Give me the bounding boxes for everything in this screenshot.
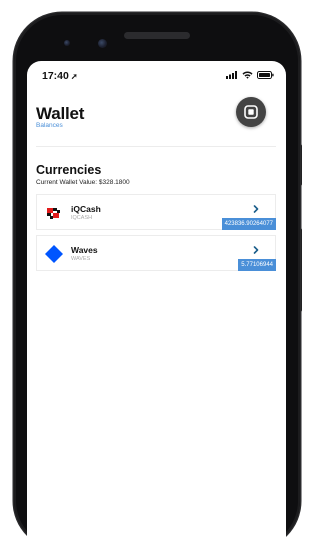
header-divider xyxy=(36,146,276,147)
phone-speaker xyxy=(124,32,190,39)
signal-icon xyxy=(226,71,237,79)
profile-button[interactable] xyxy=(236,97,266,127)
phone-camera xyxy=(98,39,107,48)
waves-diamond-icon xyxy=(45,245,63,263)
page-subtitle: Balances xyxy=(36,122,63,129)
stop-square-icon xyxy=(244,105,258,119)
currencies-title: Currencies xyxy=(36,163,102,177)
status-time-text: 17:40 xyxy=(42,70,69,82)
chevron-right-icon[interactable] xyxy=(251,204,261,214)
status-time: 17:40 ➚ xyxy=(42,70,78,82)
page-title: Wallet xyxy=(36,104,85,123)
currency-name: Waves xyxy=(71,245,98,255)
chevron-right-icon[interactable] xyxy=(251,245,261,255)
currency-card-iqcash[interactable]: iQCash IQCASH 423836.90264077 xyxy=(36,194,276,230)
location-arrow-icon: ➚ xyxy=(70,72,78,81)
currency-balance-badge: 423836.90264077 xyxy=(221,218,276,230)
status-bar: 17:40 ➚ xyxy=(27,61,286,87)
app-screen: 17:40 ➚ Wallet Balances Currencies Curre… xyxy=(27,61,286,547)
phone-sensor xyxy=(64,40,70,46)
wifi-icon xyxy=(242,71,253,79)
currency-code: WAVES xyxy=(71,256,91,262)
battery-icon xyxy=(257,71,274,79)
currency-balance-badge: 5.77106944 xyxy=(238,259,276,271)
page-canvas: 17:40 ➚ Wallet Balances Currencies Curre… xyxy=(0,0,316,547)
iqcash-logo-icon xyxy=(47,208,60,219)
wallet-value-text: Current Wallet Value: $328.1800 xyxy=(36,179,130,186)
currency-code: IQCASH xyxy=(71,215,93,221)
status-icons xyxy=(226,71,274,79)
currency-card-waves[interactable]: Waves WAVES 5.77106944 xyxy=(36,235,276,271)
currency-name: iQCash xyxy=(71,204,101,214)
